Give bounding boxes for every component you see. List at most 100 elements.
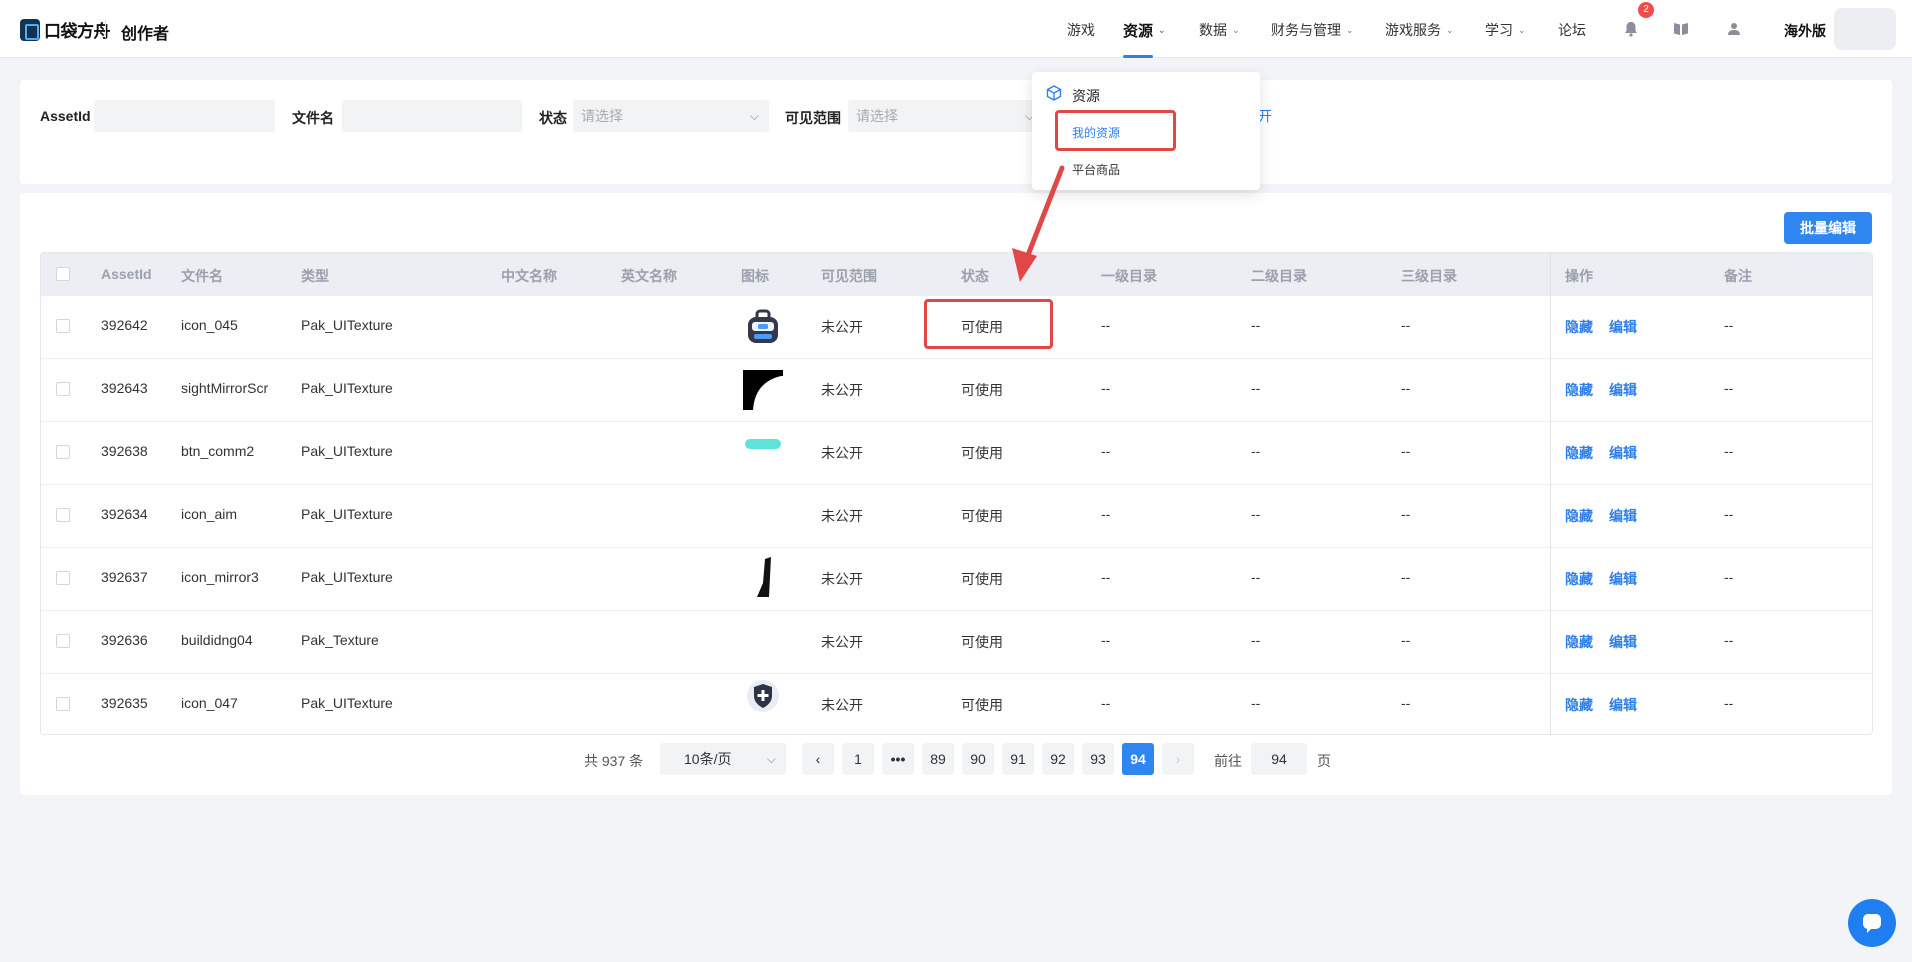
- next-page-button[interactable]: ›: [1162, 743, 1194, 775]
- nav-item-games[interactable]: 游戏: [1067, 20, 1095, 40]
- column-header-en-name: 英文名称: [621, 268, 677, 284]
- cell-assetid: 392634: [101, 506, 148, 522]
- hide-link[interactable]: 隐藏: [1565, 569, 1593, 589]
- page-button[interactable]: 89: [922, 743, 954, 775]
- table-row: 392636 buildidng04 Pak_Texture 未公开 可使用 -…: [41, 610, 1872, 673]
- hide-link[interactable]: 隐藏: [1565, 506, 1593, 526]
- edit-link[interactable]: 编辑: [1609, 632, 1637, 652]
- cell-category-1: --: [1101, 380, 1111, 396]
- nav-item-data[interactable]: 数据 ⌄: [1199, 20, 1240, 40]
- cell-assetid: 392635: [101, 695, 148, 711]
- goto-page-input[interactable]: 94: [1251, 743, 1307, 775]
- row-checkbox[interactable]: [56, 445, 70, 459]
- hide-link[interactable]: 隐藏: [1565, 695, 1593, 715]
- nav-item-resources[interactable]: 资源 ⌄: [1123, 20, 1166, 41]
- edit-link[interactable]: 编辑: [1609, 506, 1637, 526]
- chevron-down-icon: ⌵: [749, 109, 759, 123]
- menu-item-platform-products[interactable]: 平台商品: [1072, 161, 1120, 178]
- chat-button[interactable]: [1848, 899, 1896, 947]
- cell-remark: --: [1724, 632, 1734, 648]
- hide-link[interactable]: 隐藏: [1565, 443, 1593, 463]
- column-header-assetid: AssetId: [101, 266, 152, 282]
- visibility-select-placeholder: 请选择: [856, 108, 898, 124]
- cell-category-3: --: [1401, 443, 1411, 459]
- select-all-checkbox[interactable]: [56, 267, 70, 281]
- row-checkbox[interactable]: [56, 634, 70, 648]
- cell-visibility: 未公开: [821, 508, 863, 524]
- expand-filters-link[interactable]: 开: [1258, 106, 1272, 126]
- table-header: AssetId 文件名 类型 中文名称 英文名称 图标 可见范围 状态 一级目录…: [41, 253, 1872, 295]
- hide-link[interactable]: 隐藏: [1565, 632, 1593, 652]
- chevron-down-icon: ⌄: [1158, 25, 1166, 35]
- nav-item-game-services[interactable]: 游戏服务 ⌄: [1385, 20, 1454, 40]
- goto-label: 前往: [1214, 753, 1242, 769]
- row-checkbox[interactable]: [56, 382, 70, 396]
- page-button[interactable]: 91: [1002, 743, 1034, 775]
- page-size-select[interactable]: 10条/页 ⌵: [660, 743, 786, 775]
- edit-link[interactable]: 编辑: [1609, 569, 1637, 589]
- hide-link[interactable]: 隐藏: [1565, 317, 1593, 337]
- status-select[interactable]: 请选择 ⌵: [573, 100, 769, 132]
- cell-type: Pak_UITexture: [301, 317, 393, 333]
- backpack-icon: [741, 305, 785, 349]
- nav-item-forum[interactable]: 论坛: [1558, 20, 1586, 40]
- page-ellipsis-button[interactable]: •••: [882, 743, 914, 775]
- page-button[interactable]: 1: [842, 743, 874, 775]
- row-checkbox[interactable]: [56, 697, 70, 711]
- row-checkbox[interactable]: [56, 508, 70, 522]
- row-checkbox[interactable]: [56, 571, 70, 585]
- edit-link[interactable]: 编辑: [1609, 443, 1637, 463]
- edit-link[interactable]: 编辑: [1609, 380, 1637, 400]
- highlight-box-status: [924, 299, 1053, 349]
- edit-link[interactable]: 编辑: [1609, 317, 1637, 337]
- batch-edit-button[interactable]: 批量编辑: [1784, 212, 1872, 244]
- cell-filename: icon_aim: [181, 506, 238, 522]
- table-row: 392638 btn_comm2 Pak_UITexture 未公开 可使用 -…: [41, 421, 1872, 484]
- cell-type: Pak_UITexture: [301, 380, 393, 396]
- cell-category-1: --: [1101, 632, 1111, 648]
- page-button-current[interactable]: 94: [1122, 743, 1154, 775]
- nav-item-label: 资源: [1123, 23, 1154, 40]
- chevron-down-icon: ⌄: [1346, 24, 1354, 35]
- row-checkbox[interactable]: [56, 319, 70, 333]
- cell-type: Pak_UITexture: [301, 569, 393, 585]
- chat-bubble-icon: [1863, 914, 1881, 933]
- edit-link[interactable]: 编辑: [1609, 695, 1637, 715]
- nav-item-finance[interactable]: 财务与管理 ⌄: [1271, 20, 1354, 40]
- cell-visibility: 未公开: [821, 697, 863, 713]
- page-button[interactable]: 90: [962, 743, 994, 775]
- cell-filename: buildidng04: [181, 632, 253, 648]
- hide-link[interactable]: 隐藏: [1565, 380, 1593, 400]
- logo-text: 口袋方舟: [44, 22, 111, 41]
- region-label[interactable]: 海外版: [1784, 21, 1826, 41]
- table-row: 392635 icon_047 Pak_UITexture 未公开 可使用 --…: [41, 673, 1872, 734]
- cube-icon: [1046, 85, 1062, 101]
- prev-page-button[interactable]: ‹: [802, 743, 834, 775]
- cell-remark: --: [1724, 317, 1734, 333]
- cell-filename: sightMirrorScr: [181, 380, 269, 396]
- book-icon[interactable]: [1672, 20, 1690, 38]
- page-button[interactable]: 93: [1082, 743, 1114, 775]
- highlight-box-my-resources: [1055, 110, 1176, 151]
- assetid-input[interactable]: [94, 100, 275, 132]
- cell-remark: --: [1724, 443, 1734, 459]
- filename-input[interactable]: [342, 100, 522, 132]
- page-button[interactable]: 92: [1042, 743, 1074, 775]
- nav-item-learning[interactable]: 学习 ⌄: [1485, 20, 1526, 40]
- cell-filename: icon_045: [181, 317, 238, 333]
- visibility-select[interactable]: 请选择 ⌵: [848, 100, 1044, 132]
- pagination-total: 共 937 条: [584, 753, 644, 769]
- column-header-category-1: 一级目录: [1101, 268, 1157, 284]
- user-icon[interactable]: [1725, 20, 1743, 38]
- cell-category-2: --: [1251, 632, 1261, 648]
- status-select-placeholder: 请选择: [581, 108, 623, 124]
- cell-assetid: 392638: [101, 443, 148, 459]
- page-size-value: 10条/页: [684, 751, 732, 767]
- bell-icon[interactable]: [1622, 20, 1640, 38]
- logo[interactable]: 口袋方舟: [20, 17, 111, 42]
- cell-type: Pak_Texture: [301, 632, 379, 648]
- cell-type: Pak_UITexture: [301, 443, 393, 459]
- avatar[interactable]: [1834, 8, 1896, 50]
- chevron-right-icon: ›: [1175, 751, 1181, 767]
- cell-assetid: 392643: [101, 380, 148, 396]
